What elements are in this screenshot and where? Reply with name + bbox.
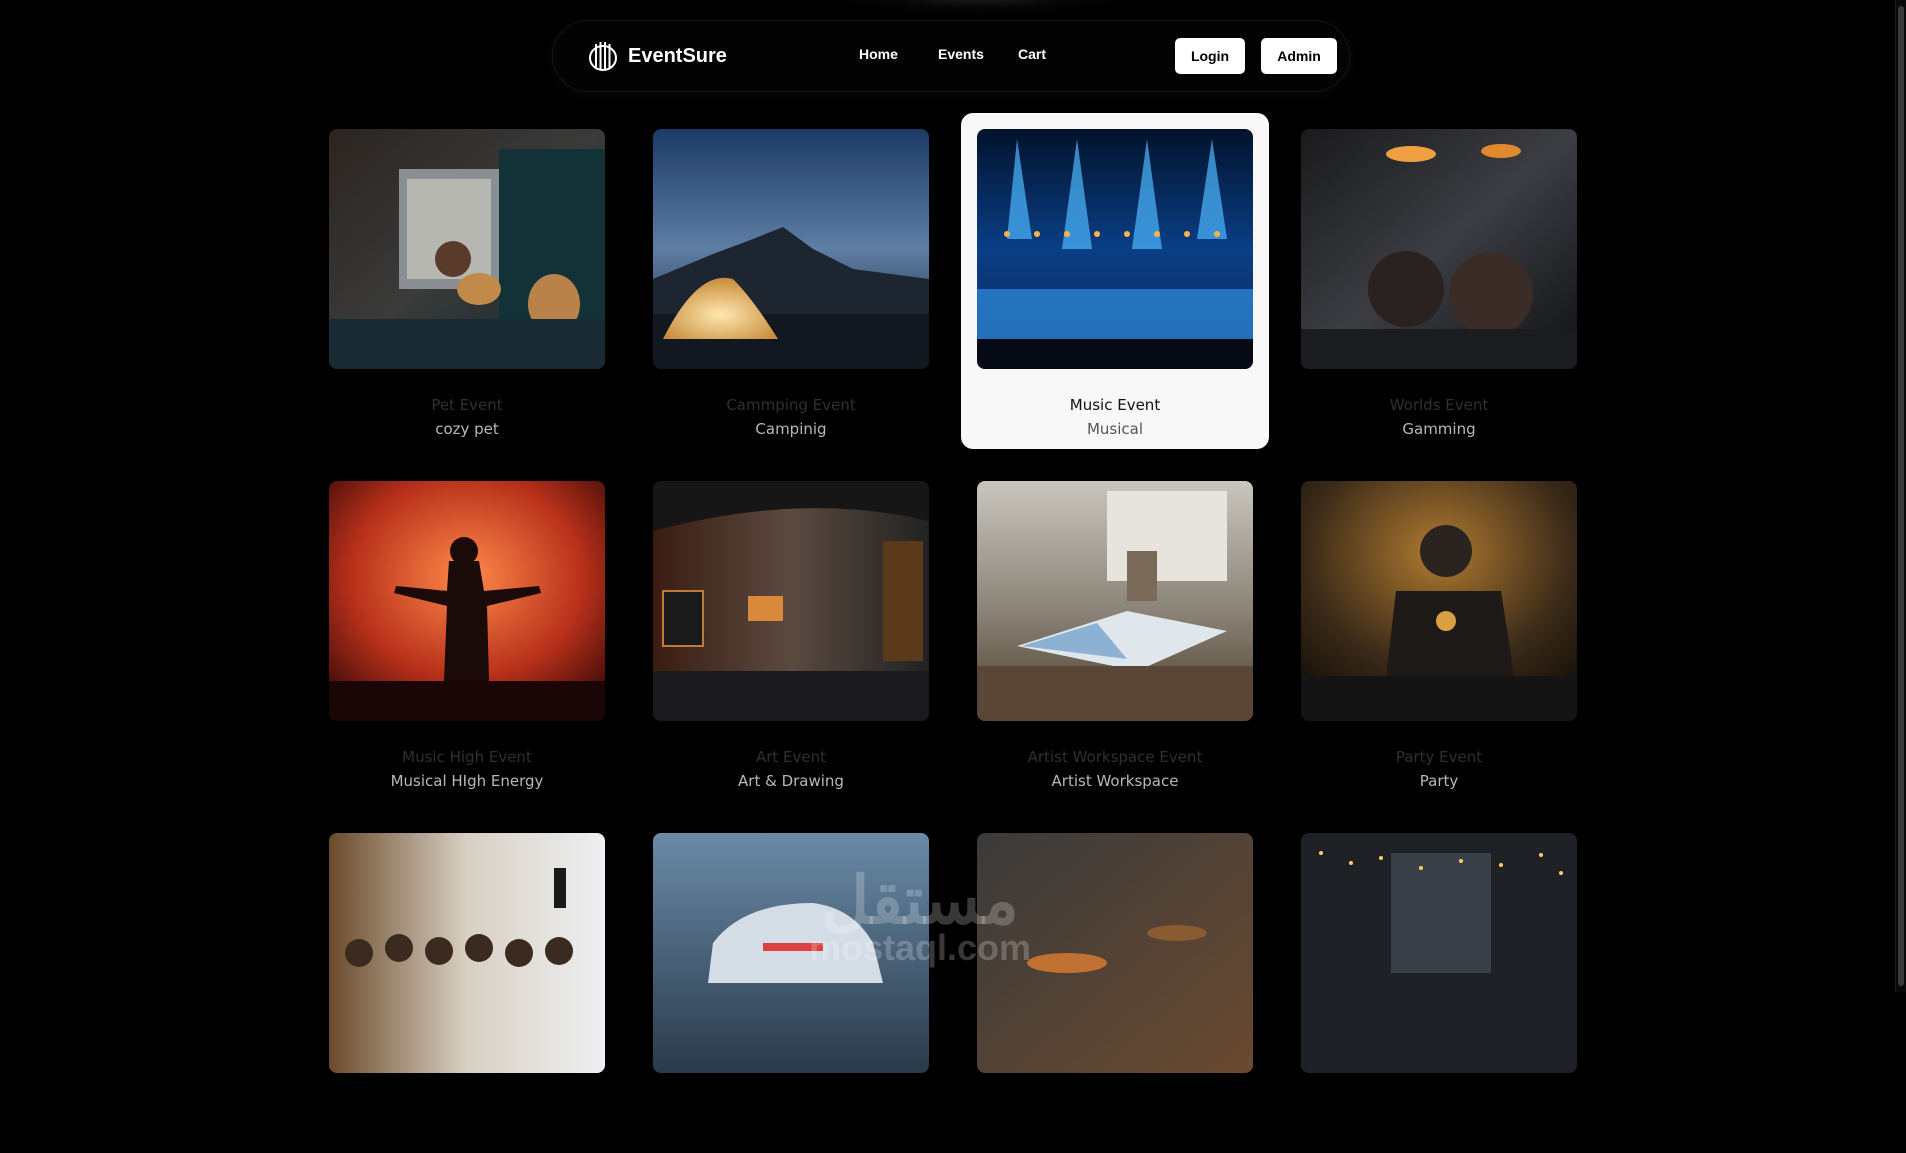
event-card-party[interactable]: Party Event Party: [1285, 465, 1593, 801]
event-image-music: [977, 129, 1253, 369]
event-subtitle: Musical: [1086, 420, 1144, 438]
event-subtitle: Party: [1419, 772, 1459, 790]
page-scrollbar[interactable]: [1895, 0, 1906, 992]
event-title: Art Event: [755, 748, 827, 766]
event-title: Worlds Event: [1389, 396, 1489, 414]
event-title: Pet Event: [431, 396, 503, 414]
event-card-camping[interactable]: Cammping Event Campinig: [637, 113, 945, 449]
event-title: Music High Event: [402, 748, 532, 766]
event-image-hall: [1301, 833, 1577, 1073]
event-card-artist-workspace[interactable]: Artist Workspace Event Artist Workspace: [961, 465, 1269, 801]
nav-link-cart[interactable]: Cart: [1018, 46, 1046, 62]
event-image-art: [653, 481, 929, 721]
event-card-worlds[interactable]: Worlds Event Gamming: [1285, 113, 1593, 449]
watermark-arabic: مستقل: [821, 863, 1019, 937]
event-image-pet: [329, 129, 605, 369]
event-subtitle: Gamming: [1402, 420, 1476, 438]
event-image-music-high: [329, 481, 605, 721]
event-card-conference[interactable]: [313, 817, 621, 1153]
event-subtitle: Musical HIgh Energy: [390, 772, 544, 790]
event-title: Party Event: [1395, 748, 1483, 766]
event-subtitle: Art & Drawing: [738, 772, 844, 790]
event-card-art[interactable]: Art Event Art & Drawing: [637, 465, 945, 801]
event-image-party: [1301, 481, 1577, 721]
admin-button[interactable]: Admin: [1261, 38, 1337, 74]
scrollbar-thumb[interactable]: [1898, 6, 1904, 986]
event-card-music-high[interactable]: Music High Event Musical HIgh Energy: [313, 465, 621, 801]
event-title: Music Event: [1069, 396, 1161, 414]
logo-icon: [588, 40, 618, 72]
nav-link-home[interactable]: Home: [859, 46, 898, 62]
event-subtitle: Artist Workspace: [1051, 772, 1179, 790]
login-button[interactable]: Login: [1175, 38, 1245, 74]
brand-name: EventSure: [628, 44, 727, 67]
navbar: EventSure Home Events Cart Login Admin: [552, 20, 1350, 92]
event-card-hall[interactable]: [1285, 817, 1593, 1153]
event-card-music[interactable]: Music Event Musical: [961, 113, 1269, 449]
event-title: Artist Workspace Event: [1027, 748, 1203, 766]
top-glow-decoration: [830, 0, 1130, 16]
event-card-pet[interactable]: Pet Event cozy pet: [313, 113, 621, 449]
event-image-camping: [653, 129, 929, 369]
event-title: Cammping Event: [726, 396, 856, 414]
watermark-latin: mostaql.com: [808, 927, 1032, 968]
event-image-artist-workspace: [977, 481, 1253, 721]
event-image-worlds: [1301, 129, 1577, 369]
event-image-conference: [329, 833, 605, 1073]
brand[interactable]: EventSure: [588, 36, 727, 76]
event-subtitle: Campinig: [755, 420, 827, 438]
watermark: مستقل mostaql.com: [760, 863, 1080, 968]
nav-link-events[interactable]: Events: [938, 46, 984, 62]
event-subtitle: cozy pet: [435, 420, 499, 438]
